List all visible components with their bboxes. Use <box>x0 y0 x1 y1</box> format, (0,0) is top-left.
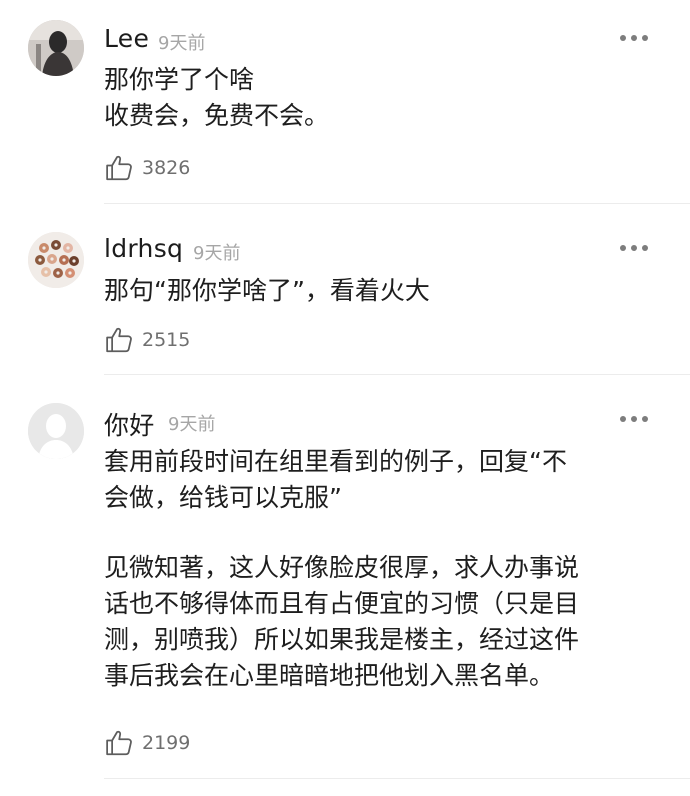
comment-item: Lee 9天前 那你学了个啥 收费会，免费不会。 3826 <box>0 0 690 204</box>
timestamp: 9天前 <box>193 243 241 264</box>
more-dot <box>642 35 648 41</box>
comment-line: 那句“那你学啥了”，看着火大 <box>104 276 430 305</box>
like-count: 3826 <box>142 157 191 179</box>
timestamp: 9天前 <box>158 33 206 54</box>
avatar[interactable] <box>28 403 84 459</box>
more-dot <box>631 245 637 251</box>
avatar-photo-icon <box>28 20 84 76</box>
thumbs-up-icon <box>106 327 132 353</box>
divider <box>104 778 690 779</box>
divider <box>104 203 690 204</box>
more-dot <box>642 416 648 422</box>
user-silhouette-icon <box>28 403 84 459</box>
comment-line: 测，别喷我）所以如果我是楼主，经过这件 <box>104 625 580 654</box>
comment-line: 话也不够得体而且有占便宜的习惯（只是目 <box>104 589 580 618</box>
avatar[interactable] <box>28 232 84 288</box>
like-button[interactable]: 3826 <box>104 153 190 183</box>
more-dot <box>631 35 637 41</box>
donuts-avatar-icon <box>28 232 84 288</box>
thumbs-up-icon <box>106 730 132 756</box>
more-dots-icon <box>620 245 626 251</box>
username[interactable]: Lee <box>104 24 149 53</box>
comment-text: 那你学了个啥 收费会，免费不会。 <box>104 62 644 134</box>
comment-line: 套用前段时间在组里看到的例子，回复“不 <box>104 447 567 476</box>
like-button[interactable]: 2515 <box>104 325 190 355</box>
comment-text: 套用前段时间在组里看到的例子，回复“不 会做，给钱可以克服” 见微知著，这人好像… <box>104 444 644 694</box>
comment-text: 那句“那你学啥了”，看着火大 <box>104 273 644 309</box>
like-button[interactable]: 2199 <box>104 728 190 758</box>
comment-line: 那你学了个啥 <box>104 65 255 94</box>
more-options-button[interactable] <box>620 35 648 43</box>
comment-line: 会做，给钱可以克服” <box>104 483 342 512</box>
timestamp: 9天前 <box>168 414 216 435</box>
comment-line: 事后我会在心里暗暗地把他划入黑名单。 <box>104 661 555 690</box>
comment-line: 收费会，免费不会。 <box>104 101 330 130</box>
avatar[interactable] <box>28 20 84 76</box>
more-dot <box>642 245 648 251</box>
username[interactable]: 你好 <box>104 406 155 442</box>
username[interactable]: ldrhsq <box>104 234 183 263</box>
like-count: 2515 <box>142 329 191 351</box>
more-options-button[interactable] <box>620 416 648 424</box>
more-dots-icon <box>620 416 626 422</box>
like-count: 2199 <box>142 732 191 754</box>
divider <box>104 374 690 375</box>
more-dots-icon <box>620 35 626 41</box>
comment-line: 见微知著，这人好像脸皮很厚，求人办事说 <box>104 553 580 582</box>
thumbs-up-icon <box>106 155 132 181</box>
more-dot <box>631 416 637 422</box>
more-options-button[interactable] <box>620 245 648 253</box>
comment-line <box>104 516 644 550</box>
